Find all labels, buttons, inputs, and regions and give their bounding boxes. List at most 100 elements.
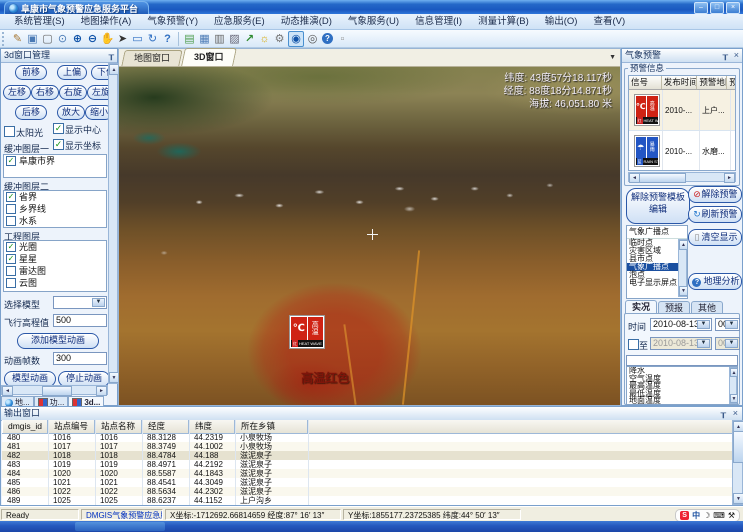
tab-3d-view[interactable]: 3D窗口 [181, 48, 236, 66]
menu-output[interactable]: 输出(O) [537, 14, 586, 29]
move-right-button[interactable]: 右移 [31, 85, 59, 100]
checkbox-icon[interactable]: ✓ [6, 156, 16, 166]
list-item[interactable]: ✓ 光圈 [4, 241, 106, 253]
altitude-input[interactable]: 500 [53, 314, 107, 327]
list-item[interactable]: ✓ 星星 [4, 253, 106, 265]
zoom-window-icon[interactable]: ▣ [25, 31, 40, 47]
element-filter-box[interactable] [626, 355, 738, 366]
zoom-out-icon[interactable]: ⊖ [85, 31, 100, 47]
menu-weather-warning[interactable]: 气象预警(Y) [139, 14, 206, 29]
chevron-down-icon[interactable]: ▼ [92, 298, 105, 307]
print-icon[interactable]: ▥ [212, 31, 227, 47]
scroll-thumb[interactable] [42, 386, 72, 396]
add-model-animation-button[interactable]: 添加模型动画 [17, 333, 99, 349]
checkbox-icon[interactable]: ✓ [6, 192, 16, 202]
menu-emergency[interactable]: 应急服务(E) [206, 14, 273, 29]
col-station-id[interactable]: 站点编号 [48, 420, 95, 433]
scene-image-icon[interactable]: ▦ [197, 31, 212, 47]
tab-dropdown-icon[interactable]: ▼ [609, 54, 616, 61]
chinese-mode-icon[interactable]: 中 [692, 510, 700, 521]
moon-icon[interactable]: ☽ [703, 511, 710, 520]
zoom-in-button[interactable]: 放大 [57, 105, 85, 120]
col-signal[interactable]: 信号 [629, 76, 662, 89]
more-icon[interactable]: ▫ [335, 31, 350, 47]
list-item[interactable]: ✓ 阜康市界 [4, 155, 106, 167]
identify-icon[interactable]: ? [160, 31, 175, 47]
pan-icon[interactable]: ✋ [100, 31, 115, 47]
scroll-down-icon[interactable]: ▼ [730, 394, 738, 403]
geo-analysis-button[interactable]: ?地理分析 [688, 273, 742, 290]
list-item[interactable]: 雷达图 [4, 265, 106, 277]
close-icon[interactable]: × [734, 49, 739, 62]
table-row[interactable]: 486 1022 1022 88.5634 44.2302 滋泥泉子 [2, 487, 732, 496]
visibility-icon[interactable]: ◎ [305, 31, 320, 47]
element-list-vscrollbar[interactable]: ▲ ▼ [729, 367, 737, 404]
scroll-right-icon[interactable]: ► [724, 173, 735, 183]
select-window-icon[interactable]: ▢ [40, 31, 55, 47]
clear-display-button[interactable]: ▯清空显示 [688, 229, 742, 246]
menu-info-mgmt[interactable]: 信息管理(I) [407, 14, 470, 29]
checkbox-icon[interactable]: ✓ [6, 242, 16, 252]
col-latitude[interactable]: 纬度 [189, 420, 235, 433]
list-item[interactable]: 乡界线 [4, 203, 106, 215]
col-longitude[interactable]: 经度 [142, 420, 189, 433]
output-vscrollbar[interactable]: ▲ ▼ [732, 420, 743, 505]
list-item[interactable]: ✓ 省界 [4, 191, 106, 203]
checkbox-icon[interactable]: ✓ [6, 254, 16, 264]
checkbox-icon[interactable] [6, 204, 16, 214]
scroll-thumb[interactable] [733, 431, 743, 463]
col-cut[interactable]: 预 [727, 76, 735, 89]
pointer-icon[interactable]: ➤ [115, 31, 130, 47]
table-row[interactable]: 484 1020 1020 88.5587 44.1843 滋泥泉子 [2, 469, 732, 478]
pin-icon[interactable]: ┰ [723, 49, 728, 62]
terrain-3d-view[interactable]: 纬度: 43度57分18.117秒 经度: 88度18分14.871秒 海拔: … [119, 67, 620, 405]
settings-icon[interactable]: ⚙ [272, 31, 287, 47]
rotate-right-button[interactable]: 右旋 [59, 85, 87, 100]
remove-warning-button[interactable]: ⊘解除预警 [688, 186, 742, 203]
move-left-button[interactable]: 左移 [3, 85, 31, 100]
pin-icon[interactable]: ┰ [109, 49, 114, 62]
menu-view[interactable]: 查看(V) [585, 14, 633, 29]
to-date-combo-disabled[interactable]: 2010-08-13 ▼ [650, 337, 712, 350]
chevron-down-icon[interactable]: ▼ [725, 339, 738, 348]
date-combo[interactable]: 2010-08-13 ▼ [650, 318, 712, 331]
scroll-up-icon[interactable]: ▲ [730, 368, 738, 377]
tilt-up-button[interactable]: 上偏 [57, 65, 87, 80]
frames-input[interactable]: 300 [53, 352, 107, 365]
light-icon[interactable]: ☼ [257, 31, 272, 47]
left-panel-vscrollbar[interactable]: ▲ ▼ [108, 63, 118, 384]
export-icon[interactable]: ▨ [227, 31, 242, 47]
move-back-button[interactable]: 后移 [15, 105, 47, 120]
scroll-down-icon[interactable]: ▼ [733, 493, 743, 504]
zoom-select-icon[interactable]: ⊙ [55, 31, 70, 47]
table-row[interactable]: 481 1017 1017 88.3749 44.1002 小泉牧场 [2, 442, 732, 451]
table-row[interactable]: 489 1025 1025 88.6237 44.1152 上户沟乡 [2, 496, 732, 505]
move-forward-button[interactable]: 前移 [15, 65, 47, 80]
refresh-warning-button[interactable]: ↻刷新预警 [688, 206, 742, 223]
select-model-combo[interactable]: ▼ [53, 296, 107, 309]
table-row[interactable]: 480 1016 1016 88.3128 44.2319 小泉牧场 [2, 433, 732, 442]
scroll-right-icon[interactable]: ► [96, 386, 107, 396]
table-row[interactable]: 485 1021 1021 88.4541 44.3049 滋泥泉子 [2, 478, 732, 487]
map-image-icon[interactable]: ▤ [182, 31, 197, 47]
full-extent-icon[interactable]: ▭ [130, 31, 145, 47]
chevron-down-icon[interactable]: ▼ [697, 339, 710, 348]
close-icon[interactable]: × [733, 407, 738, 420]
hour-combo[interactable]: 00 ▼ [715, 318, 740, 331]
tools-icon[interactable]: ⚒ [728, 511, 735, 520]
tab-map-view[interactable]: 地图窗口 [121, 50, 182, 66]
pin-icon[interactable]: ┰ [721, 407, 726, 420]
col-area[interactable]: 预警地区 [697, 76, 727, 89]
col-dmgis-id[interactable]: dmgis_id [2, 420, 48, 433]
list-item[interactable]: 地面温度 [627, 397, 737, 405]
col-time[interactable]: 发布时间 [662, 76, 698, 89]
scroll-left-icon[interactable]: ◄ [2, 386, 13, 396]
checkbox-icon[interactable] [6, 278, 16, 288]
restore-button[interactable]: □ [710, 2, 724, 14]
scroll-down-icon[interactable]: ▼ [679, 286, 688, 296]
zoom-in-icon[interactable]: ⊕ [70, 31, 85, 47]
sunlight-checkbox[interactable] [4, 126, 15, 137]
scroll-thumb[interactable] [639, 173, 686, 183]
list-item[interactable]: 云图 [4, 277, 106, 289]
menu-weather-service[interactable]: 气象服务(U) [340, 14, 407, 29]
